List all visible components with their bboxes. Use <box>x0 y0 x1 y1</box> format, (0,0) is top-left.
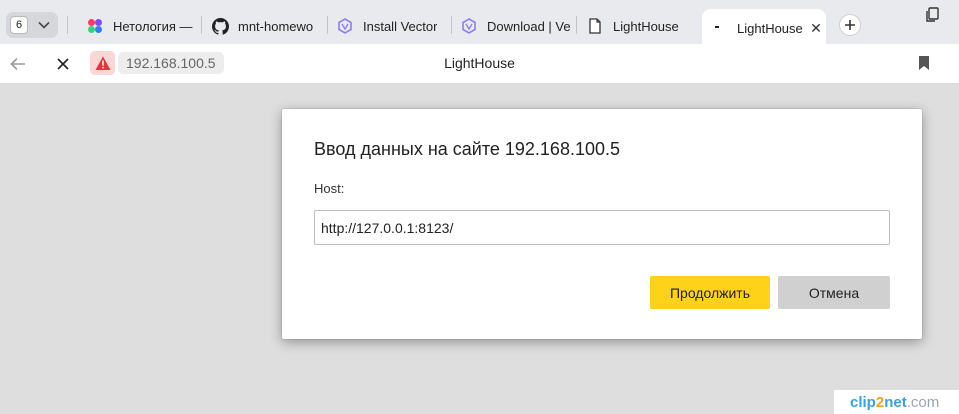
tab-github[interactable]: mnt-homewo <box>203 9 325 43</box>
loading-icon <box>710 20 728 38</box>
tab-lighthouse-active[interactable]: LightHouse ✕ <box>702 9 826 48</box>
chevron-down-icon <box>34 16 54 34</box>
tab-install-vector[interactable]: Install Vector <box>328 9 450 43</box>
plus-icon <box>845 20 855 30</box>
back-arrow-icon[interactable] <box>9 55 27 73</box>
vector-logo-icon <box>336 17 354 35</box>
tab-title: Нетология — <box>113 18 193 34</box>
tab-title: LightHouse <box>737 21 803 36</box>
tab-separator <box>201 16 202 34</box>
tab-count-badge: 6 <box>10 16 28 34</box>
stop-icon[interactable] <box>54 55 72 73</box>
tab-title: Download | Ve <box>487 18 571 34</box>
vector-logo-icon <box>460 17 478 35</box>
dialog-title: Ввод данных на сайте 192.168.100.5 <box>314 139 620 159</box>
bookmark-icon[interactable] <box>917 55 931 71</box>
address-bar[interactable]: 192.168.100.5 <box>118 52 224 74</box>
tab-strip: 6 Нетология — mnt-homewo Install Vector <box>0 0 959 48</box>
cancel-button[interactable]: Отмена <box>778 276 890 309</box>
watermark-part: 2 <box>875 393 885 411</box>
tab-separator <box>67 16 68 34</box>
clip2net-watermark: clip 2 net .com <box>834 390 959 414</box>
toolbar: 192.168.100.5 LightHouse <box>0 44 959 84</box>
tab-netology[interactable]: Нетология — <box>78 9 198 43</box>
new-tab-button[interactable] <box>839 14 861 36</box>
host-label: Host: <box>314 181 345 196</box>
tab-title: Install Vector <box>363 18 438 34</box>
bookmarks-panel-icon[interactable] <box>924 6 942 24</box>
watermark-part: clip <box>850 393 876 411</box>
close-icon[interactable]: ✕ <box>809 20 823 37</box>
auth-dialog: Ввод данных на сайте 192.168.100.5 Host:… <box>282 109 922 339</box>
warning-icon[interactable] <box>90 51 115 75</box>
tab-title: LightHouse <box>613 18 679 34</box>
watermark-part: net <box>884 393 907 411</box>
watermark-part: .com <box>906 393 940 411</box>
tab-title: mnt-homewo <box>238 18 314 34</box>
tab-count-button[interactable]: 6 <box>6 12 58 38</box>
tab-separator <box>576 16 577 34</box>
netology-logo-icon <box>86 17 104 35</box>
continue-button[interactable]: Продолжить <box>650 276 770 309</box>
tab-download-vector[interactable]: Download | Ve <box>452 9 574 43</box>
github-icon <box>211 17 229 35</box>
host-input[interactable] <box>314 210 890 245</box>
tab-lighthouse[interactable]: LightHouse <box>578 9 698 43</box>
page-icon <box>586 17 604 35</box>
